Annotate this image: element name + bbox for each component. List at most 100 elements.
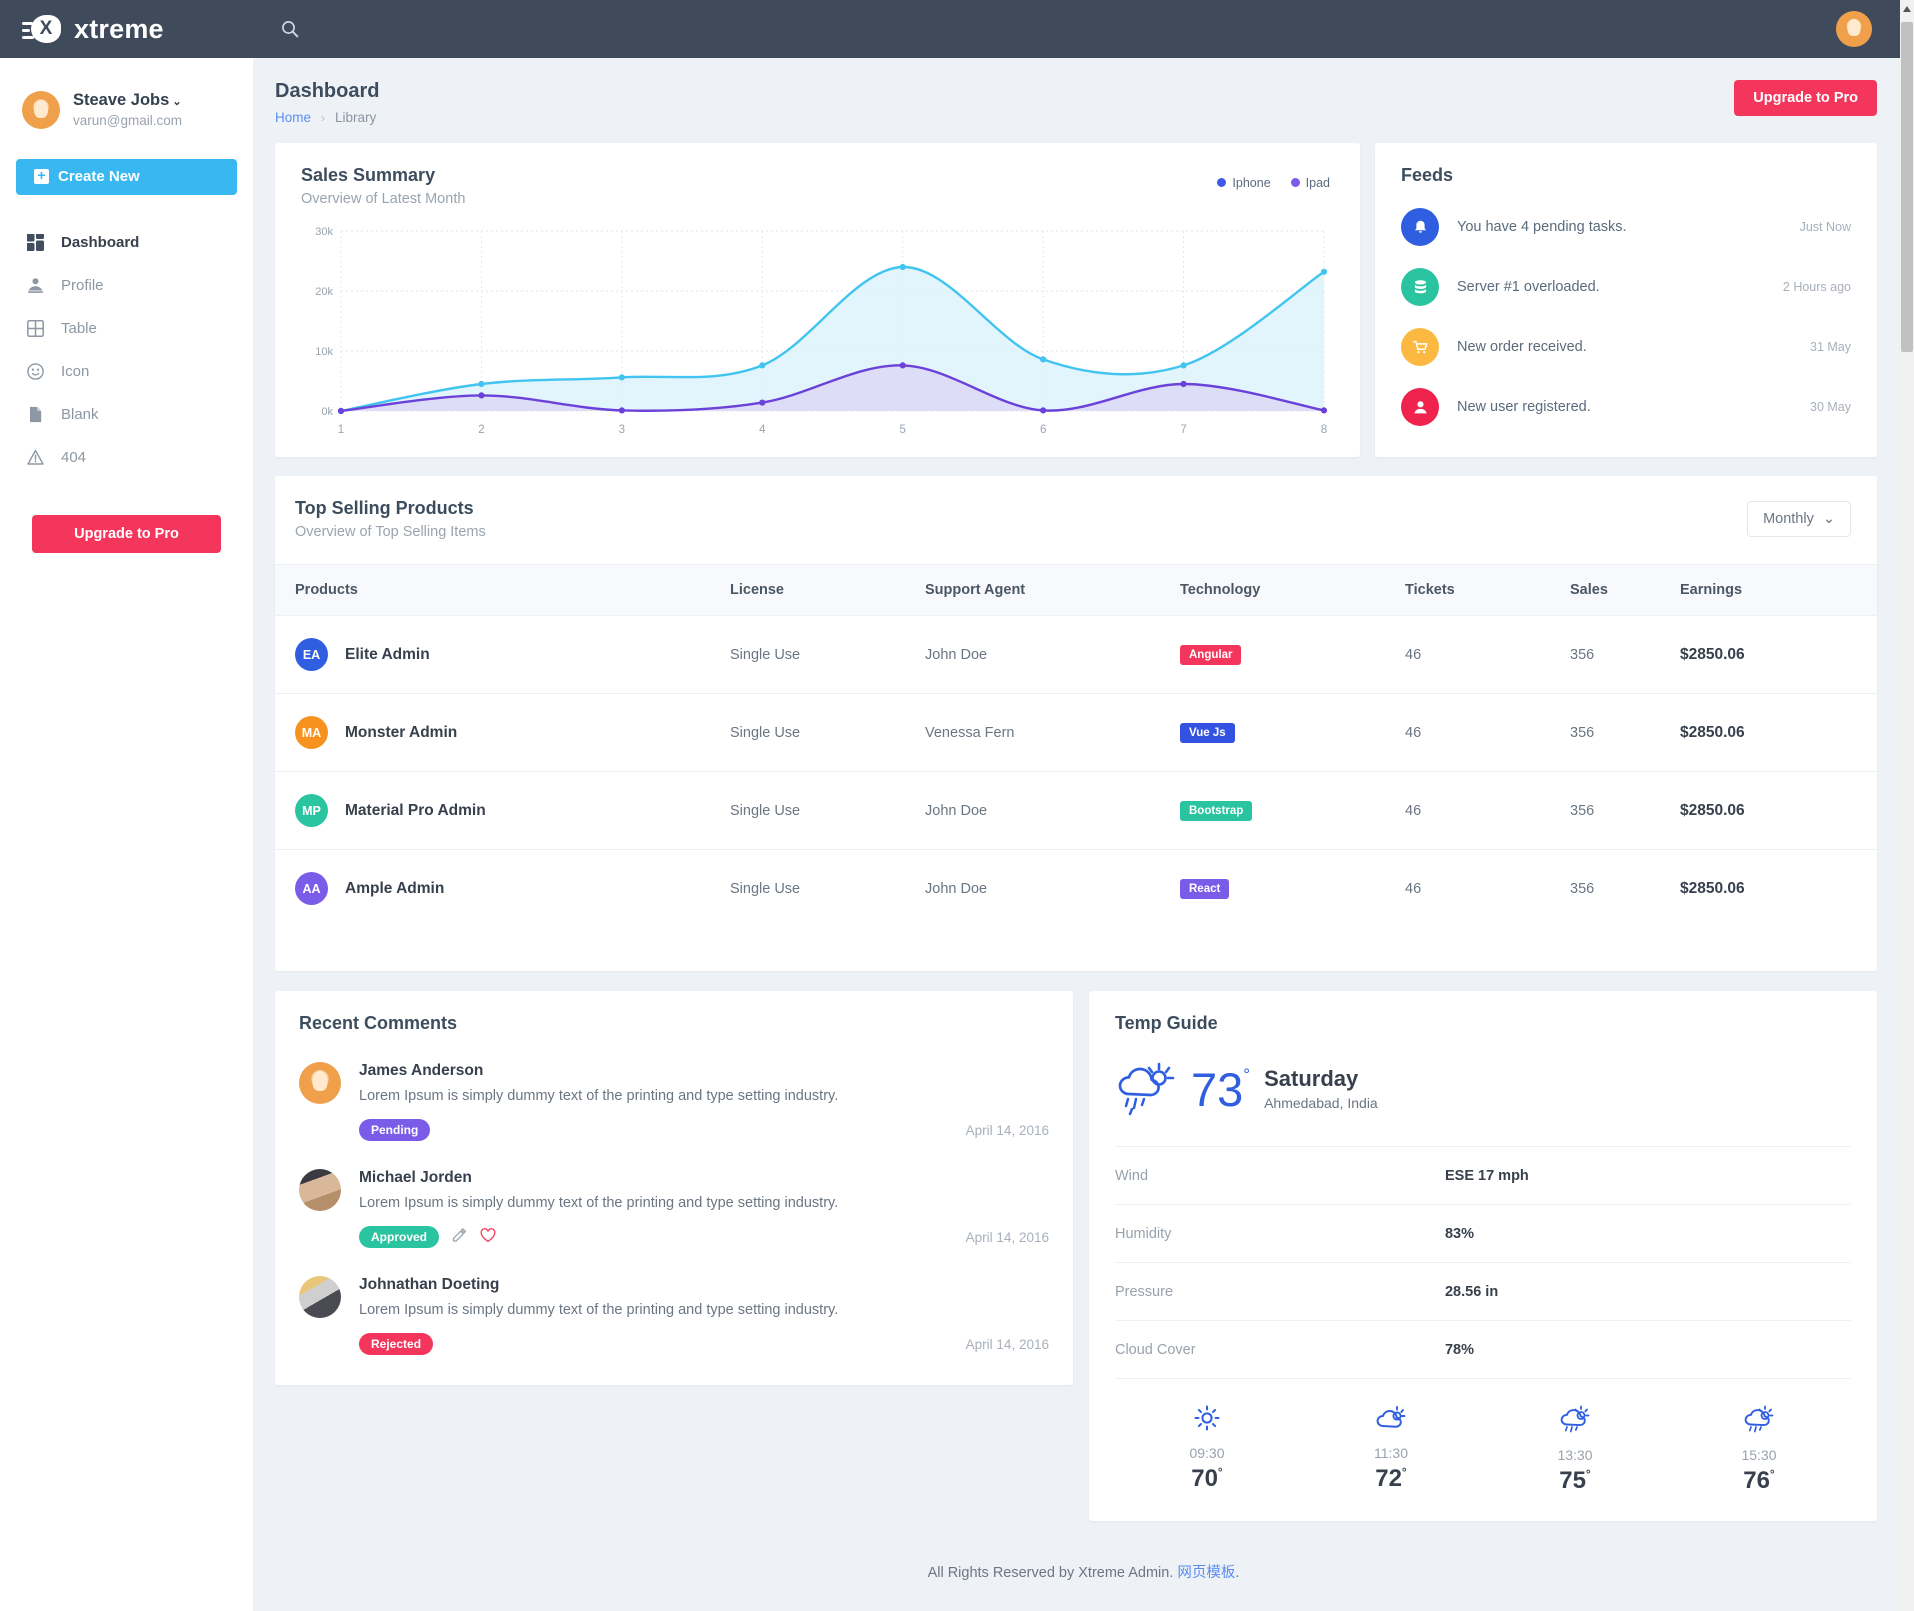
technology-badge: React [1180, 878, 1230, 899]
upgrade-to-pro-button[interactable]: Upgrade to Pro [1734, 80, 1877, 116]
products-subtitle: Overview of Top Selling Items [295, 524, 486, 540]
weather-detail-value: 28.56 in [1444, 1283, 1499, 1300]
sidebar-item-label: 404 [61, 448, 87, 466]
sidebar-item-profile[interactable]: Profile [0, 264, 253, 307]
scrollbar-thumb[interactable] [1901, 22, 1913, 352]
svg-text:30k: 30k [315, 226, 333, 238]
chevron-down-icon: ⌄ [1822, 511, 1835, 527]
create-new-button[interactable]: + Create New [16, 158, 237, 195]
feed-item[interactable]: New order received. 31 May [1401, 328, 1851, 366]
create-new-label: Create New [58, 168, 140, 186]
feed-item[interactable]: New user registered. 30 May [1401, 388, 1851, 426]
xtreme-logo-icon: X [22, 15, 62, 43]
cell-license: Single Use [730, 771, 925, 850]
table-icon [26, 319, 45, 338]
sales-title: Sales Summary [301, 165, 436, 185]
sidebar-item-404[interactable]: 404 [0, 436, 253, 479]
current-temp: 73° [1191, 1066, 1250, 1113]
legend-label: Iphone [1232, 176, 1271, 190]
svg-text:6: 6 [1040, 424, 1046, 436]
product-avatar: AA [295, 872, 328, 905]
heart-icon[interactable] [480, 1227, 496, 1247]
product-name: Material Pro Admin [345, 801, 486, 819]
footer-text: All Rights Reserved by Xtreme Admin. [927, 1565, 1178, 1581]
cell-product: MP Material Pro Admin [275, 771, 730, 850]
cart-icon [1401, 328, 1439, 366]
table-row[interactable]: EA Elite Admin Single Use John Doe Angul… [275, 615, 1877, 694]
technology-badge: Angular [1180, 644, 1242, 665]
weather-details: Wind ESE 17 mph Humidity 83% Pressure 28… [1114, 1146, 1851, 1379]
comment-item: James Anderson Lorem Ipsum is simply dum… [299, 1062, 1049, 1141]
sidebar-item-label: Blank [61, 405, 99, 423]
status-badge: Approved [359, 1226, 440, 1248]
footer-link[interactable]: 网页模板 [1177, 1565, 1235, 1581]
cell-technology: Bootstrap [1180, 771, 1405, 850]
feed-item[interactable]: Server #1 overloaded. 2 Hours ago [1401, 268, 1851, 306]
forecast-time: 09:30 [1189, 1445, 1225, 1461]
sidebar-item-icon[interactable]: Icon [0, 350, 253, 393]
forecast-item: 13:30 75° [1483, 1405, 1667, 1495]
photo-avatar-woman [299, 1169, 341, 1211]
brand-logo[interactable]: X xtreme [0, 14, 253, 45]
page-title: Dashboard [275, 80, 380, 102]
cell-agent: Venessa Fern [925, 693, 1180, 772]
chevron-down-icon[interactable]: ⌄ [172, 96, 181, 108]
table-row[interactable]: AA Ample Admin Single Use John Doe React… [275, 850, 1877, 928]
table-header-row: Products License Support Agent Technolog… [275, 564, 1877, 616]
feed-text: Server #1 overloaded. [1457, 279, 1600, 295]
weather-detail-key: Humidity [1114, 1225, 1172, 1242]
legend-item-iphone[interactable]: Iphone [1217, 176, 1271, 190]
sidebar-item-blank[interactable]: Blank [0, 393, 253, 436]
products-table-head: Products License Support Agent Technolog… [275, 564, 1877, 616]
weather-detail-value: 78% [1444, 1341, 1475, 1358]
svg-text:8: 8 [1321, 424, 1327, 436]
edit-icon[interactable] [452, 1227, 467, 1247]
sidebar-item-label: Profile [61, 276, 104, 294]
weather-detail-key: Pressure [1114, 1283, 1174, 1300]
sidebar-item-dashboard[interactable]: Dashboard [0, 221, 253, 264]
sales-summary-card: Sales Summary Overview of Latest Month I… [275, 143, 1360, 457]
weather-detail-key: Wind [1114, 1167, 1149, 1184]
profile-name: Steave Jobs ⌄ [73, 90, 182, 111]
status-badge: Rejected [359, 1333, 434, 1355]
sidebar-profile[interactable]: Steave Jobs ⌄ varun@gmail.com [0, 58, 253, 131]
cell-sales: 356 [1570, 771, 1680, 850]
feed-time: Just Now [1799, 220, 1851, 234]
search-icon[interactable] [275, 14, 305, 44]
col-technology: Technology [1180, 564, 1405, 616]
legend-item-ipad[interactable]: Ipad [1290, 176, 1330, 190]
cell-tickets: 46 [1405, 880, 1422, 897]
feed-time: 30 May [1810, 400, 1851, 414]
table-row[interactable]: MP Material Pro Admin Single Use John Do… [275, 771, 1877, 850]
scroll-up-arrow-icon[interactable] [1903, 6, 1911, 12]
svg-text:1: 1 [338, 424, 344, 436]
rain-cloud-icon [1115, 1058, 1177, 1120]
forecast-time: 15:30 [1741, 1447, 1777, 1463]
breadcrumb-home[interactable]: Home [275, 110, 311, 125]
file-icon [26, 405, 45, 424]
sidebar-item-table[interactable]: Table [0, 307, 253, 350]
table-row[interactable]: MA Monster Admin Single Use Venessa Fern… [275, 693, 1877, 772]
cell-tickets: 46 [1405, 771, 1570, 850]
breadcrumb-current: Library [335, 110, 377, 125]
sun-cloud-icon [1376, 1406, 1406, 1435]
period-filter-select[interactable]: Monthly ⌄ [1747, 501, 1851, 537]
user-icon [26, 276, 45, 295]
avatar[interactable] [1836, 11, 1872, 47]
temp-guide-card: Temp Guide 73° Saturday Ahmedabad, India… [1088, 991, 1877, 1521]
sidebar-upgrade-button[interactable]: Upgrade to Pro [32, 514, 221, 553]
cell-product: EA Elite Admin [275, 615, 730, 694]
sidebar-upgrade-label: Upgrade to Pro [74, 525, 179, 542]
degree-symbol: ° [1243, 1064, 1251, 1084]
forecast-time: 13:30 [1557, 1447, 1593, 1463]
photo-avatar-scarf [299, 1276, 341, 1318]
legend-label: Ipad [1305, 176, 1330, 190]
cell-product: AA Ample Admin [275, 850, 730, 928]
page-scrollbar[interactable] [1900, 0, 1914, 1611]
product-name: Elite Admin [345, 645, 430, 663]
placeholder-avatar [299, 1062, 341, 1104]
cell-agent: John Doe [925, 880, 988, 897]
feeds-card: Feeds You have 4 pending tasks. Just Now… [1375, 143, 1877, 457]
technology-badge: Vue Js [1180, 722, 1235, 743]
feed-item[interactable]: You have 4 pending tasks. Just Now [1401, 208, 1851, 246]
